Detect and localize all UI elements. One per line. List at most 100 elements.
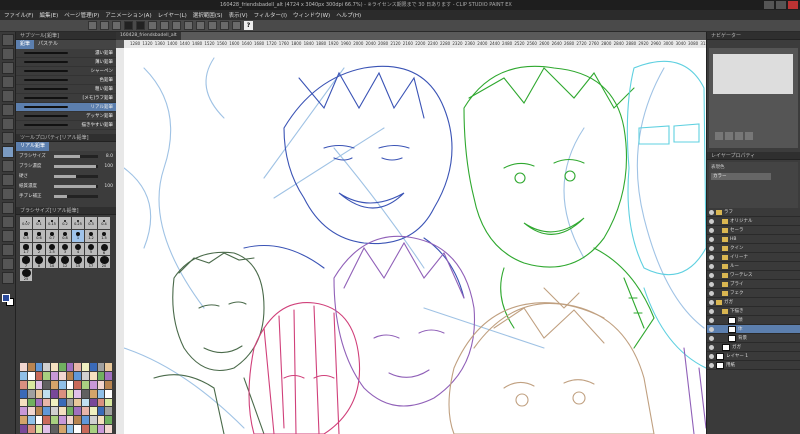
palette-swatch[interactable] — [66, 425, 74, 433]
palette-swatch[interactable] — [97, 407, 105, 416]
palette-swatch[interactable] — [97, 363, 105, 371]
palette-swatch[interactable] — [20, 416, 27, 425]
brush-size-cell[interactable]: 0.7 — [46, 230, 58, 242]
eye-icon[interactable] — [709, 263, 714, 269]
palette-swatch[interactable] — [51, 407, 58, 416]
auto-select-tool-icon[interactable] — [2, 104, 14, 116]
brush-size-cell[interactable]: 15 — [72, 256, 84, 268]
palette-swatch[interactable] — [43, 416, 50, 425]
layer-row[interactable]: オリジナル — [707, 217, 800, 226]
eye-icon[interactable] — [709, 281, 714, 287]
figure-tool-icon[interactable] — [2, 258, 14, 270]
palette-swatch[interactable] — [105, 425, 112, 433]
palette-swatch[interactable] — [82, 407, 89, 416]
airbrush-tool-icon[interactable] — [2, 174, 14, 186]
tool-property-tab[interactable]: リアル鉛筆 — [16, 142, 49, 151]
move-tool-icon[interactable] — [2, 48, 14, 60]
palette-swatch[interactable] — [20, 380, 27, 389]
layer-row[interactable]: ルー — [707, 262, 800, 271]
palette-swatch[interactable] — [74, 416, 81, 425]
brush-item[interactable]: 濃い鉛筆 — [16, 49, 116, 58]
brush-size-cell[interactable]: 0.2 — [59, 217, 71, 229]
snap-ruler-button[interactable] — [208, 21, 217, 30]
brush-size-cell[interactable]: 2 — [33, 243, 45, 255]
menu-item-5[interactable]: 選択範囲(S) — [193, 11, 223, 19]
palette-swatch[interactable] — [43, 371, 50, 380]
palette-swatch[interactable] — [35, 398, 43, 407]
brush-size-cell[interactable]: 0.07 — [20, 217, 32, 229]
pen-tool-icon[interactable] — [2, 132, 14, 144]
navigator-thumbnail[interactable] — [713, 54, 793, 94]
palette-swatch[interactable] — [20, 363, 27, 371]
brush-size-cell[interactable]: 25 — [20, 269, 32, 281]
palette-swatch[interactable] — [105, 407, 112, 416]
palette-swatch[interactable] — [97, 380, 105, 389]
eye-icon[interactable] — [709, 335, 714, 341]
palette-swatch[interactable] — [97, 389, 105, 398]
palette-swatch[interactable] — [97, 416, 105, 425]
subtool-tab-0[interactable]: 鉛筆 — [16, 40, 35, 49]
fill-tool-icon[interactable] — [2, 230, 14, 242]
pencil-tool-icon[interactable] — [2, 146, 14, 158]
palette-swatch[interactable] — [82, 363, 89, 371]
palette-swatch[interactable] — [35, 363, 43, 371]
palette-swatch[interactable] — [89, 398, 97, 407]
brush-size-cell[interactable]: 8 — [33, 256, 45, 268]
eye-icon[interactable] — [709, 272, 714, 278]
new-file-button[interactable] — [88, 21, 97, 30]
eye-icon[interactable] — [709, 290, 714, 296]
eye-icon[interactable] — [709, 245, 714, 251]
palette-swatch[interactable] — [58, 371, 66, 380]
palette-swatch[interactable] — [27, 398, 35, 407]
palette-swatch[interactable] — [27, 363, 35, 371]
eye-icon[interactable] — [709, 326, 714, 332]
palette-swatch[interactable] — [43, 407, 50, 416]
palette-swatch[interactable] — [89, 407, 97, 416]
brush-size-cell[interactable]: 1.5 — [98, 230, 110, 242]
property-slider[interactable] — [54, 164, 98, 168]
palette-swatch[interactable] — [105, 371, 112, 380]
undo-button[interactable] — [124, 21, 133, 30]
layer-row[interactable]: ガガ — [707, 298, 800, 307]
layer-row[interactable]: フェク — [707, 289, 800, 298]
palette-swatch[interactable] — [51, 398, 58, 407]
layer-row[interactable]: 下描き — [707, 307, 800, 316]
menu-item-8[interactable]: ウィンドウ(W) — [293, 11, 330, 19]
maximize-button[interactable] — [776, 1, 786, 9]
palette-swatch[interactable] — [97, 371, 105, 380]
brush-size-cell[interactable]: 7 — [20, 256, 32, 268]
palette-swatch[interactable] — [89, 371, 97, 380]
fit-view-icon[interactable] — [735, 132, 743, 140]
brush-size-cell[interactable]: 5 — [85, 243, 97, 255]
brush-tool-icon[interactable] — [2, 160, 14, 172]
palette-swatch[interactable] — [82, 416, 89, 425]
palette-swatch[interactable] — [82, 398, 89, 407]
brush-size-cell[interactable]: 0.3 — [85, 217, 97, 229]
palette-swatch[interactable] — [35, 380, 43, 389]
palette-swatch[interactable] — [35, 407, 43, 416]
open-button[interactable] — [100, 21, 109, 30]
layer-row[interactable]: 顔 — [707, 316, 800, 325]
brush-size-cell[interactable]: 0.1 — [33, 217, 45, 229]
gradient-tool-icon[interactable] — [2, 244, 14, 256]
brush-size-cell[interactable]: 4 — [72, 243, 84, 255]
palette-swatch[interactable] — [58, 363, 66, 371]
palette-swatch[interactable] — [27, 416, 35, 425]
eyedropper-tool-icon[interactable] — [2, 118, 14, 130]
move-layer-tool-icon[interactable] — [2, 76, 14, 88]
brush-size-cell[interactable]: 17 — [85, 256, 97, 268]
save-button[interactable] — [112, 21, 121, 30]
palette-swatch[interactable] — [27, 389, 35, 398]
eye-icon[interactable] — [709, 218, 714, 224]
palette-swatch[interactable] — [66, 407, 74, 416]
zoom-tool-icon[interactable] — [2, 34, 14, 46]
brush-size-cell[interactable]: 0.5 — [20, 230, 32, 242]
brush-size-cell[interactable]: 1.2 — [85, 230, 97, 242]
menu-item-0[interactable]: ファイル(F) — [4, 11, 33, 19]
brush-size-cell[interactable]: 6 — [98, 243, 110, 255]
palette-swatch[interactable] — [89, 416, 97, 425]
zoom-in-icon[interactable] — [725, 132, 733, 140]
eye-icon[interactable] — [709, 299, 714, 305]
brush-item[interactable]: リアル鉛筆 — [16, 103, 116, 112]
eye-icon[interactable] — [709, 236, 714, 242]
